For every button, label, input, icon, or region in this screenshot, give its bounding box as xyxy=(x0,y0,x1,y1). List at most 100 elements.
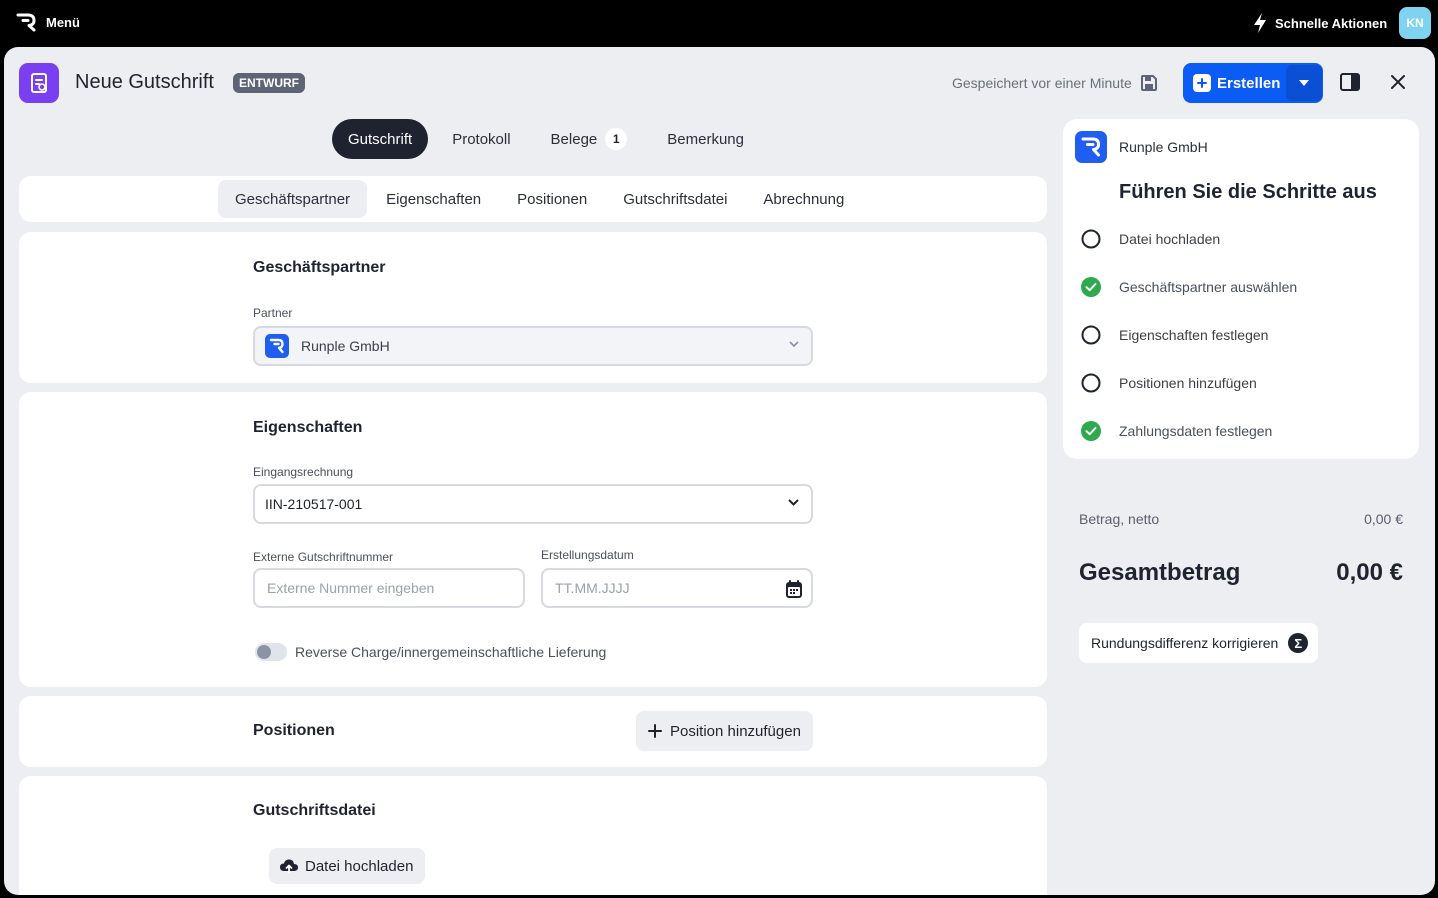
toggle-knob xyxy=(257,645,271,659)
quick-actions-label: Schnelle Aktionen xyxy=(1275,15,1388,31)
calendar-icon[interactable] xyxy=(785,579,803,599)
creation-date-field[interactable]: TT.MM.JJJJ xyxy=(541,568,813,608)
section-tabs: Geschäftspartner Eigenschaften Positione… xyxy=(19,176,1047,222)
subtab-label: Gutschriftsdatei xyxy=(623,190,728,208)
partner-label: Partner xyxy=(253,306,293,320)
step-label: Datei hochladen xyxy=(1119,231,1221,247)
external-number-label: Externe Gutschriftnummer xyxy=(253,550,394,564)
menu-button[interactable]: Menü xyxy=(16,12,80,32)
invoice-value: IIN-210517-001 xyxy=(265,496,363,512)
section-title: Gutschriftsdatei xyxy=(253,802,376,819)
panel-toggle-icon[interactable] xyxy=(1340,73,1360,91)
plus-icon xyxy=(1193,74,1211,92)
plus-icon xyxy=(648,724,662,738)
external-number-placeholder: Externe Nummer eingeben xyxy=(267,580,435,596)
invoice-label: Eingangsrechnung xyxy=(253,465,354,479)
step-item[interactable]: Eigenschaften festlegen xyxy=(1081,325,1268,345)
invoice-select[interactable]: IIN-210517-001 xyxy=(253,484,813,524)
credit-note-icon xyxy=(19,63,59,103)
tab-label: Gutschrift xyxy=(348,130,413,148)
avatar[interactable]: KN xyxy=(1399,7,1431,39)
net-amount-label: Betrag, netto xyxy=(1079,511,1160,527)
add-position-label: Position hinzufügen xyxy=(670,722,801,740)
main-tabs: Gutschrift Protokoll Belege 1 Bemerkung xyxy=(332,119,760,159)
runple-logo-icon xyxy=(265,334,289,358)
subtab-gutschriftsdatei[interactable]: Gutschriftsdatei xyxy=(606,180,744,218)
circle-icon xyxy=(1081,373,1101,393)
rounding-label: Rundungsdifferenz korrigieren xyxy=(1091,635,1279,651)
step-label: Zahlungsdaten festlegen xyxy=(1119,423,1273,439)
step-item[interactable]: Zahlungsdaten festlegen xyxy=(1081,421,1272,441)
step-label: Geschäftspartner auswählen xyxy=(1119,279,1298,295)
save-status: Gespeichert vor einer Minute xyxy=(952,74,1158,92)
close-icon[interactable] xyxy=(1389,73,1407,91)
section-title: Geschäftspartner xyxy=(253,259,386,276)
properties-section: Eigenschaften Eingangsrechnung IIN-21051… xyxy=(19,392,1047,687)
step-item[interactable]: Positionen hinzufügen xyxy=(1081,373,1257,393)
subtab-eigenschaften[interactable]: Eigenschaften xyxy=(369,180,498,218)
menu-label: Menü xyxy=(46,14,80,30)
lightning-icon xyxy=(1254,13,1266,33)
check-circle-icon xyxy=(1081,421,1101,441)
file-section: Gutschriftsdatei Datei hochladen xyxy=(19,776,1047,895)
status-badge: ENTWURF xyxy=(233,73,305,93)
page-title: Neue Gutschrift xyxy=(75,71,214,93)
subtab-abrechnung[interactable]: Abrechnung xyxy=(746,180,861,218)
subtab-label: Geschäftspartner xyxy=(235,190,351,208)
circle-icon xyxy=(1081,229,1101,249)
external-number-field[interactable]: Externe Nummer eingeben xyxy=(253,568,525,608)
subtab-geschaeftspartner[interactable]: Geschäftspartner xyxy=(218,180,368,218)
runple-logo-icon xyxy=(16,13,36,32)
tab-gutschrift[interactable]: Gutschrift xyxy=(332,119,429,159)
partner-select[interactable]: Runple GmbH xyxy=(253,326,813,366)
section-title: Positionen xyxy=(253,722,335,739)
subtab-label: Abrechnung xyxy=(763,190,845,208)
chevron-down-icon xyxy=(789,341,799,347)
tab-label: Belege xyxy=(550,130,598,148)
create-button[interactable]: Erstellen xyxy=(1183,63,1285,103)
partner-value: Runple GmbH xyxy=(301,338,390,354)
positions-section: Positionen Position hinzufügen xyxy=(19,696,1047,767)
saved-text: Gespeichert vor einer Minute xyxy=(952,75,1132,91)
rounding-correction-button[interactable]: Rundungsdifferenz korrigieren Σ xyxy=(1079,623,1319,663)
company-name: Runple GmbH xyxy=(1119,139,1208,155)
steps-panel: Runple GmbH Führen Sie die Schritte aus … xyxy=(1063,119,1419,459)
step-label: Positionen hinzufügen xyxy=(1119,375,1257,391)
subtab-label: Eigenschaften xyxy=(386,190,482,208)
net-amount-value: 0,00 € xyxy=(1364,511,1403,527)
tab-label: Bemerkung xyxy=(667,130,744,148)
save-icon[interactable] xyxy=(1140,74,1158,92)
tab-bemerkung[interactable]: Bemerkung xyxy=(651,119,760,159)
credit-note-window: Neue Gutschrift ENTWURF Gespeichert vor … xyxy=(4,47,1435,895)
partner-section: Geschäftspartner Partner Runple GmbH xyxy=(19,232,1047,383)
total-amount-label: Gesamtbetrag xyxy=(1079,559,1241,586)
create-button-group: Erstellen xyxy=(1183,63,1323,103)
circle-icon xyxy=(1081,325,1101,345)
subtab-positionen[interactable]: Positionen xyxy=(500,180,604,218)
sigma-icon: Σ xyxy=(1288,633,1309,653)
tab-belege[interactable]: Belege 1 xyxy=(535,119,644,159)
step-item[interactable]: Geschäftspartner auswählen xyxy=(1081,277,1297,297)
creation-date-placeholder: TT.MM.JJJJ xyxy=(555,580,630,596)
upload-file-button[interactable]: Datei hochladen xyxy=(269,848,426,884)
steps-heading: Führen Sie die Schritte aus xyxy=(1119,181,1377,203)
create-label: Erstellen xyxy=(1217,74,1281,92)
section-title: Eigenschaften xyxy=(253,419,363,436)
total-amount-row: Gesamtbetrag 0,00 € xyxy=(1079,559,1403,587)
quick-actions-button[interactable]: Schnelle Aktionen xyxy=(1252,10,1387,36)
step-item[interactable]: Datei hochladen xyxy=(1081,229,1220,249)
top-bar: Menü Schnelle Aktionen KN xyxy=(0,0,1438,46)
runple-logo-icon xyxy=(1075,131,1107,163)
tab-protokoll[interactable]: Protokoll xyxy=(436,119,526,159)
reverse-charge-toggle[interactable] xyxy=(255,643,287,661)
chevron-down-icon xyxy=(788,499,799,506)
step-label: Eigenschaften festlegen xyxy=(1119,327,1269,343)
subtab-label: Positionen xyxy=(517,190,588,208)
add-position-button[interactable]: Position hinzufügen xyxy=(636,711,813,751)
create-options-button[interactable] xyxy=(1286,65,1322,101)
check-circle-icon xyxy=(1081,277,1101,297)
creation-date-label: Erstellungsdatum xyxy=(541,548,634,562)
tab-label: Protokoll xyxy=(452,130,511,148)
caret-down-icon xyxy=(1299,80,1309,86)
cloud-upload-icon xyxy=(280,859,298,874)
